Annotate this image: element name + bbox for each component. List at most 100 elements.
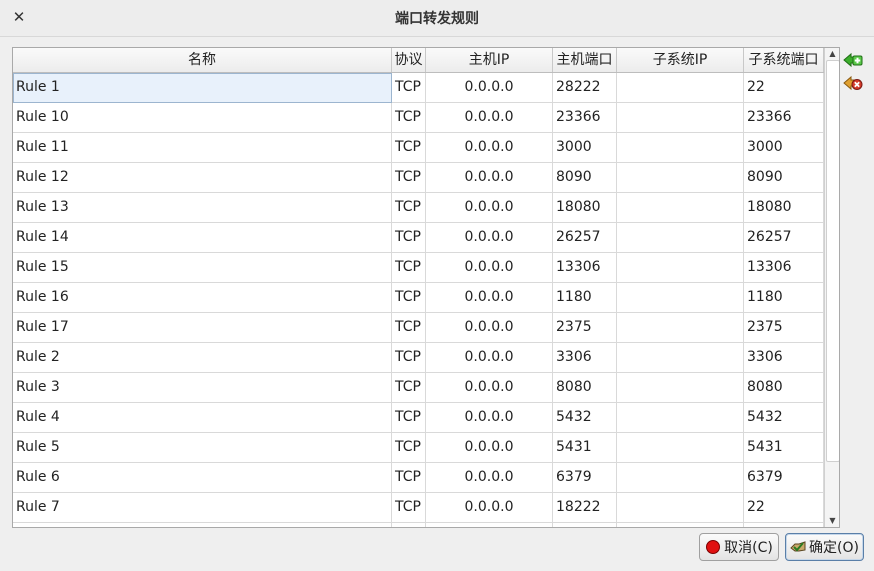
column-header-guest-port[interactable]: 子系统端口: [744, 48, 824, 72]
column-header-name[interactable]: 名称: [13, 48, 392, 72]
cell-host-ip[interactable]: 0.0.0.0: [426, 373, 553, 403]
cell-host-port[interactable]: [553, 523, 617, 527]
cell-guest-ip[interactable]: [617, 313, 744, 343]
cell-protocol[interactable]: TCP: [392, 343, 426, 373]
cell-protocol[interactable]: TCP: [392, 193, 426, 223]
cell-protocol[interactable]: TCP: [392, 253, 426, 283]
cell-host-ip[interactable]: 0.0.0.0: [426, 133, 553, 163]
table-row[interactable]: Rule 13 TCP 0.0.0.0 18080 18080: [13, 193, 824, 223]
table-row[interactable]: Rule 4 TCP 0.0.0.0 5432 5432: [13, 403, 824, 433]
scrollbar-thumb[interactable]: [826, 60, 839, 462]
cell-name[interactable]: Rule 5: [13, 433, 392, 463]
cell-guest-ip[interactable]: [617, 103, 744, 133]
cell-name[interactable]: Rule 11: [13, 133, 392, 163]
table-row[interactable]: Rule 12 TCP 0.0.0.0 8090 8090: [13, 163, 824, 193]
cell-protocol[interactable]: TCP: [392, 493, 426, 523]
table-row[interactable]: Rule 5 TCP 0.0.0.0 5431 5431: [13, 433, 824, 463]
cell-name[interactable]: Rule 7: [13, 493, 392, 523]
cell-host-port[interactable]: 3000: [553, 133, 617, 163]
cell-name[interactable]: Rule 2: [13, 343, 392, 373]
table-row[interactable]: Rule 3 TCP 0.0.0.0 8080 8080: [13, 373, 824, 403]
table-row[interactable]: Rule 6 TCP 0.0.0.0 6379 6379: [13, 463, 824, 493]
cell-name[interactable]: Rule 6: [13, 463, 392, 493]
cell-name[interactable]: Rule 4: [13, 403, 392, 433]
table-row[interactable]: Rule 1 TCP 0.0.0.0 28222 22: [13, 73, 824, 103]
cell-guest-port[interactable]: 22: [744, 493, 824, 523]
cell-name[interactable]: [13, 523, 392, 527]
cell-host-ip[interactable]: 0.0.0.0: [426, 343, 553, 373]
cell-guest-port[interactable]: 26257: [744, 223, 824, 253]
cell-guest-port[interactable]: 18080: [744, 193, 824, 223]
cell-guest-ip[interactable]: [617, 433, 744, 463]
cell-guest-port[interactable]: 2375: [744, 313, 824, 343]
cell-host-ip[interactable]: 0.0.0.0: [426, 283, 553, 313]
cell-guest-port[interactable]: 1180: [744, 283, 824, 313]
cell-protocol[interactable]: TCP: [392, 283, 426, 313]
cell-host-ip[interactable]: 0.0.0.0: [426, 403, 553, 433]
scroll-down-arrow-icon[interactable]: ▼: [825, 515, 839, 527]
cell-protocol[interactable]: TCP: [392, 403, 426, 433]
cell-host-port[interactable]: 13306: [553, 253, 617, 283]
cell-name[interactable]: Rule 3: [13, 373, 392, 403]
cell-host-ip[interactable]: 0.0.0.0: [426, 253, 553, 283]
cell-guest-port[interactable]: 3306: [744, 343, 824, 373]
cell-host-port[interactable]: 28222: [553, 73, 617, 103]
remove-rule-button[interactable]: [842, 72, 864, 94]
scroll-up-arrow-icon[interactable]: ▲: [825, 48, 839, 60]
cell-name[interactable]: Rule 17: [13, 313, 392, 343]
cell-guest-port[interactable]: [744, 523, 824, 527]
add-rule-button[interactable]: [842, 49, 864, 71]
cell-host-ip[interactable]: 0.0.0.0: [426, 103, 553, 133]
cell-guest-ip[interactable]: [617, 133, 744, 163]
cell-guest-port[interactable]: 8090: [744, 163, 824, 193]
cell-guest-ip[interactable]: [617, 163, 744, 193]
cell-guest-port[interactable]: 5431: [744, 433, 824, 463]
cell-guest-port[interactable]: 23366: [744, 103, 824, 133]
cell-guest-port[interactable]: 13306: [744, 253, 824, 283]
cell-guest-port[interactable]: 6379: [744, 463, 824, 493]
cell-guest-ip[interactable]: [617, 193, 744, 223]
cell-host-port[interactable]: 6379: [553, 463, 617, 493]
cell-host-port[interactable]: 5432: [553, 403, 617, 433]
table-row[interactable]: Rule 14 TCP 0.0.0.0 26257 26257: [13, 223, 824, 253]
cell-guest-ip[interactable]: [617, 403, 744, 433]
cell-guest-ip[interactable]: [617, 343, 744, 373]
column-header-protocol[interactable]: 协议: [392, 48, 426, 72]
cell-guest-ip[interactable]: [617, 223, 744, 253]
table-row[interactable]: Rule 16 TCP 0.0.0.0 1180 1180: [13, 283, 824, 313]
cell-name[interactable]: Rule 12: [13, 163, 392, 193]
ok-button[interactable]: 确定(O): [785, 533, 864, 561]
cell-guest-port[interactable]: 8080: [744, 373, 824, 403]
cell-guest-port[interactable]: 5432: [744, 403, 824, 433]
cell-host-port[interactable]: 26257: [553, 223, 617, 253]
table-row[interactable]: Rule 7 TCP 0.0.0.0 18222 22: [13, 493, 824, 523]
table-row[interactable]: Rule 17 TCP 0.0.0.0 2375 2375: [13, 313, 824, 343]
cell-protocol[interactable]: TCP: [392, 73, 426, 103]
cell-name[interactable]: Rule 10: [13, 103, 392, 133]
vertical-scrollbar[interactable]: ▲ ▼: [824, 48, 839, 527]
cancel-button[interactable]: 取消(C): [699, 533, 779, 561]
cell-protocol[interactable]: TCP: [392, 163, 426, 193]
cell-guest-ip[interactable]: [617, 493, 744, 523]
cell-host-port[interactable]: 23366: [553, 103, 617, 133]
cell-guest-port[interactable]: 3000: [744, 133, 824, 163]
cell-protocol[interactable]: TCP: [392, 103, 426, 133]
cell-host-port[interactable]: 8090: [553, 163, 617, 193]
cell-name[interactable]: Rule 16: [13, 283, 392, 313]
cell-guest-ip[interactable]: [617, 463, 744, 493]
cell-guest-ip[interactable]: [617, 253, 744, 283]
cell-host-port[interactable]: 8080: [553, 373, 617, 403]
cell-guest-ip[interactable]: [617, 373, 744, 403]
cell-host-ip[interactable]: 0.0.0.0: [426, 223, 553, 253]
cell-host-ip[interactable]: 0.0.0.0: [426, 433, 553, 463]
table-row[interactable]: Rule 11 TCP 0.0.0.0 3000 3000: [13, 133, 824, 163]
cell-host-port[interactable]: 18222: [553, 493, 617, 523]
cell-host-port[interactable]: 5431: [553, 433, 617, 463]
cell-protocol[interactable]: TCP: [392, 463, 426, 493]
cell-host-port[interactable]: 1180: [553, 283, 617, 313]
cell-host-ip[interactable]: 0.0.0.0: [426, 73, 553, 103]
cell-host-port[interactable]: 3306: [553, 343, 617, 373]
cell-name[interactable]: Rule 15: [13, 253, 392, 283]
table-row[interactable]: Rule 15 TCP 0.0.0.0 13306 13306: [13, 253, 824, 283]
table-row[interactable]: Rule 10 TCP 0.0.0.0 23366 23366: [13, 103, 824, 133]
